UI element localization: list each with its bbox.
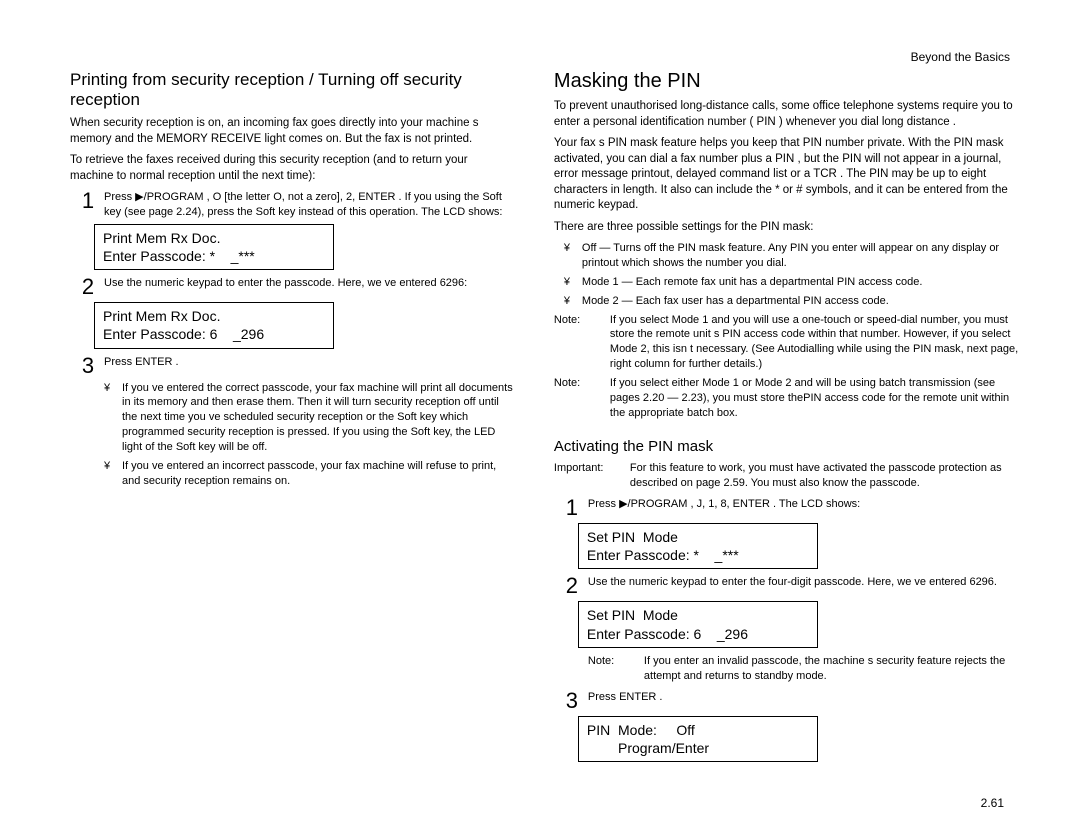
- bullet-icon: ¥: [564, 294, 576, 309]
- lcd-line: Enter Passcode: * _***: [587, 546, 809, 564]
- important-note: Important: For this feature to work, you…: [554, 461, 1020, 491]
- lcd-line: Print Mem Rx Doc.: [103, 229, 325, 247]
- note-text: If you select Mode 1 and you will use a …: [610, 313, 1020, 372]
- left-intro-1: When security reception is on, an incomi…: [70, 116, 514, 147]
- step-number: 3: [80, 355, 96, 377]
- bullet-icon: ¥: [564, 241, 576, 271]
- right-title: Masking the PIN: [554, 70, 1020, 93]
- left-step-3: 3 Press ENTER .: [80, 355, 514, 377]
- left-step-1: 1 Press ▶/PROGRAM , O [the letter O, not…: [80, 190, 514, 220]
- lcd-line: Set PIN Mode: [587, 606, 809, 624]
- left-bullets: ¥ If you ve entered the correct passcode…: [104, 381, 514, 489]
- pin-options: ¥ Off — Turns off the PIN mask feature. …: [564, 241, 1020, 308]
- right-step-3: 3 Press ENTER .: [564, 690, 1020, 712]
- lcd-display-r3: PIN Mode: Off Program/Enter: [578, 716, 818, 762]
- step-text: Press ENTER .: [588, 690, 1020, 705]
- step-number: 2: [80, 276, 96, 298]
- step-text: Use the numeric keypad to enter the four…: [588, 575, 1020, 590]
- note-1: Note: If you select Mode 1 and you will …: [554, 313, 1020, 372]
- list-item: ¥ Mode 1 — Each remote fax unit has a de…: [564, 275, 1020, 290]
- step-text: Press ▶/PROGRAM , J, 1, 8, ENTER . The L…: [588, 497, 1020, 512]
- lcd-line: Enter Passcode: 6 _296: [587, 625, 809, 643]
- right-p2: Your fax s PIN mask feature helps you ke…: [554, 136, 1020, 214]
- note-label: Note:: [554, 376, 600, 421]
- note-label: Note:: [588, 654, 634, 684]
- lcd-line: PIN Mode: Off: [587, 721, 809, 739]
- list-item: ¥ If you ve entered the correct passcode…: [104, 381, 514, 455]
- right-step-2: 2 Use the numeric keypad to enter the fo…: [564, 575, 1020, 597]
- right-subtitle: Activating the PIN mask: [554, 438, 1020, 455]
- lcd-line: Set PIN Mode: [587, 528, 809, 546]
- lcd-line: Program/Enter: [587, 739, 809, 757]
- bullet-text: Off — Turns off the PIN mask feature. An…: [582, 241, 1020, 271]
- step-number: 1: [564, 497, 580, 519]
- left-title: Printing from security reception / Turni…: [70, 70, 514, 110]
- lcd-line: Enter Passcode: 6 _296: [103, 325, 325, 343]
- two-column-layout: Printing from security reception / Turni…: [70, 70, 1020, 768]
- bullet-icon: ¥: [104, 459, 116, 489]
- list-item: ¥ Mode 2 — Each fax user has a departmen…: [564, 294, 1020, 309]
- note-2: Note: If you select either Mode 1 or Mod…: [554, 376, 1020, 421]
- header-section: Beyond the Basics: [911, 50, 1010, 64]
- page-number: 2.61: [981, 796, 1004, 810]
- bullet-text: If you ve entered an incorrect passcode,…: [122, 459, 514, 489]
- bullet-text: Mode 2 — Each fax user has a departmenta…: [582, 294, 889, 309]
- right-p1: To prevent unauthorised long-distance ca…: [554, 99, 1020, 130]
- important-label: Important:: [554, 461, 620, 491]
- lcd-line: Enter Passcode: * _***: [103, 247, 325, 265]
- left-intro-2: To retrieve the faxes received during th…: [70, 153, 514, 184]
- list-item: ¥ If you ve entered an incorrect passcod…: [104, 459, 514, 489]
- note-text: If you select either Mode 1 or Mode 2 an…: [610, 376, 1020, 421]
- right-step-1: 1 Press ▶/PROGRAM , J, 1, 8, ENTER . The…: [564, 497, 1020, 519]
- important-text: For this feature to work, you must have …: [630, 461, 1020, 491]
- note-label: Note:: [554, 313, 600, 372]
- bullet-text: Mode 1 — Each remote fax unit has a depa…: [582, 275, 923, 290]
- right-column: Masking the PIN To prevent unauthorised …: [554, 70, 1020, 768]
- right-p3: There are three possible settings for th…: [554, 220, 1020, 236]
- lcd-display-1: Print Mem Rx Doc. Enter Passcode: * _***: [94, 224, 334, 270]
- step-text: Press ENTER .: [104, 355, 514, 370]
- page: Beyond the Basics Printing from security…: [0, 0, 1080, 834]
- bullet-text: If you ve entered the correct passcode, …: [122, 381, 514, 455]
- list-item: ¥ Off — Turns off the PIN mask feature. …: [564, 241, 1020, 271]
- lcd-display-r1: Set PIN Mode Enter Passcode: * _***: [578, 523, 818, 569]
- step-number: 2: [564, 575, 580, 597]
- bullet-icon: ¥: [564, 275, 576, 290]
- step-number: 3: [564, 690, 580, 712]
- lcd-line: Print Mem Rx Doc.: [103, 307, 325, 325]
- lcd-display-2: Print Mem Rx Doc. Enter Passcode: 6 _296: [94, 302, 334, 348]
- note-text: If you enter an invalid passcode, the ma…: [644, 654, 1020, 684]
- note-3: Note: If you enter an invalid passcode, …: [588, 654, 1020, 684]
- left-step-2: 2 Use the numeric keypad to enter the pa…: [80, 276, 514, 298]
- step-text: Press ▶/PROGRAM , O [the letter O, not a…: [104, 190, 514, 220]
- step-text: Use the numeric keypad to enter the pass…: [104, 276, 514, 291]
- lcd-display-r2: Set PIN Mode Enter Passcode: 6 _296: [578, 601, 818, 647]
- left-column: Printing from security reception / Turni…: [70, 70, 514, 768]
- step-number: 1: [80, 190, 96, 212]
- bullet-icon: ¥: [104, 381, 116, 455]
